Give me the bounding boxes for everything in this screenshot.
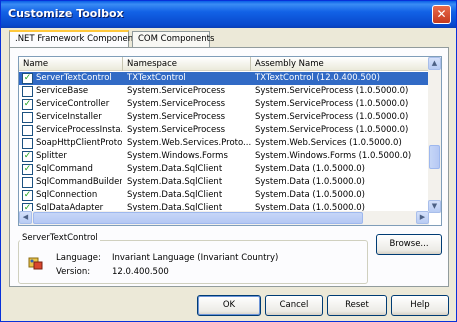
cell-namespace: System.ServiceProcess xyxy=(127,125,226,135)
cell-namespace: System.ServiceProcess xyxy=(127,86,226,96)
list-item[interactable]: ✓ ServiceController System.ServiceProcess S… xyxy=(19,98,429,111)
list-item[interactable]: ✓ SqlCommand System.Data.SqlClient System.D… xyxy=(19,163,429,176)
cell-assembly: System.Web.Services (1.0.5000.0) xyxy=(255,138,402,148)
cell-name: ServerTextControl xyxy=(36,73,112,83)
cell-name: SoapHttpClientProto... xyxy=(36,138,122,148)
scroll-left-button[interactable]: ◀ xyxy=(19,211,32,224)
cell-name: SqlCommand xyxy=(36,164,93,174)
list-item[interactable]: ServiceBase System.ServiceProcess System.S… xyxy=(19,85,429,98)
reset-button[interactable]: Reset xyxy=(327,295,387,316)
cell-name: ServiceController xyxy=(36,99,110,109)
cell-namespace: System.Data.SqlClient xyxy=(127,164,223,174)
language-value: Invariant Language (Invariant Country) xyxy=(112,253,279,263)
cell-assembly: System.ServiceProcess (1.0.5000.0) xyxy=(255,112,409,122)
cell-assembly: System.ServiceProcess (1.0.5000.0) xyxy=(255,99,409,109)
cell-name: ServiceInstaller xyxy=(36,112,102,122)
cell-assembly: TXTextControl (12.0.400.500) xyxy=(255,73,380,83)
component-checkbox[interactable]: ✓ xyxy=(22,151,33,162)
cancel-button[interactable]: Cancel xyxy=(265,295,323,316)
scroll-up-button[interactable]: ▲ xyxy=(428,57,441,70)
list-item[interactable]: ✓ SqlConnection System.Data.SqlClient Syste… xyxy=(19,189,429,202)
cell-namespace: System.ServiceProcess xyxy=(127,112,226,122)
scroll-right-button[interactable]: ▶ xyxy=(416,211,429,224)
version-value: 12.0.400.500 xyxy=(112,267,169,277)
component-checkbox[interactable]: ✓ xyxy=(22,73,33,84)
close-button[interactable]: ✕ xyxy=(432,5,451,24)
horizontal-scrollbar[interactable]: ◀ ▶ xyxy=(19,211,429,225)
cell-namespace: System.Data.SqlClient xyxy=(127,177,223,187)
ok-button[interactable]: OK xyxy=(197,295,261,316)
cell-namespace: TXTextControl xyxy=(127,73,186,83)
column-header-assembly-name[interactable]: Assembly Name xyxy=(251,57,429,71)
window-title: Customize Toolbox xyxy=(8,7,124,20)
cell-name: SqlConnection xyxy=(36,190,98,200)
component-icon xyxy=(28,257,43,270)
vertical-scroll-thumb[interactable] xyxy=(429,145,440,169)
tab-label: .NET Framework Components xyxy=(15,34,141,44)
close-icon: ✕ xyxy=(436,7,447,21)
version-label: Version: xyxy=(56,267,91,277)
horizontal-scroll-thumb[interactable] xyxy=(33,212,363,224)
customize-toolbox-dialog: Customize Toolbox ✕ .NET Framework Compo… xyxy=(0,0,457,322)
cell-assembly: System.ServiceProcess (1.0.5000.0) xyxy=(255,86,409,96)
language-label: Language: xyxy=(56,253,101,263)
tab-net-framework-components[interactable]: .NET Framework Components xyxy=(9,30,141,48)
list-item[interactable]: SoapHttpClientProto... System.Web.Service… xyxy=(19,137,429,150)
details-group-title: ServerTextControl xyxy=(20,233,100,243)
cell-assembly: System.Data (1.0.5000.0) xyxy=(255,177,365,187)
component-checkbox[interactable]: ✓ xyxy=(22,99,33,110)
cell-assembly: System.Data (1.0.5000.0) xyxy=(255,164,365,174)
cell-assembly: System.Data (1.0.5000.0) xyxy=(255,190,365,200)
column-header-namespace[interactable]: Namespace xyxy=(123,57,251,71)
component-checkbox[interactable]: ✓ xyxy=(22,164,33,175)
tab-panel: Name Namespace Assembly Name ✓ ServerText… xyxy=(9,47,449,287)
cell-namespace: System.ServiceProcess xyxy=(127,99,226,109)
list-header: Name Namespace Assembly Name xyxy=(19,57,429,71)
component-checkbox[interactable]: ✓ xyxy=(22,190,33,201)
list-item[interactable]: ServiceInstaller System.ServiceProcess Sys… xyxy=(19,111,429,124)
list-item[interactable]: ServiceProcessInsta... System.ServiceProc… xyxy=(19,124,429,137)
cell-name: ServiceProcessInsta... xyxy=(36,125,122,135)
tab-label: COM Components xyxy=(138,34,215,44)
component-checkbox[interactable] xyxy=(22,86,33,97)
cell-namespace: System.Windows.Forms xyxy=(127,151,228,161)
scroll-down-button[interactable]: ▼ xyxy=(428,200,441,213)
component-checkbox[interactable] xyxy=(22,138,33,149)
cell-name: Splitter xyxy=(36,151,67,161)
component-checkbox[interactable] xyxy=(22,177,33,188)
column-header-name[interactable]: Name xyxy=(19,57,123,71)
title-bar[interactable]: Customize Toolbox ✕ xyxy=(1,1,456,28)
cell-namespace: System.Data.SqlClient xyxy=(127,190,223,200)
vertical-scrollbar[interactable]: ▲ ▼ xyxy=(428,57,441,213)
browse-button[interactable]: Browse... xyxy=(376,234,442,255)
component-checkbox[interactable] xyxy=(22,125,33,136)
list-item[interactable]: ✓ ServerTextControl TXTextControl TXTextCon… xyxy=(19,72,429,85)
cell-assembly: System.Windows.Forms (1.0.5000.0) xyxy=(255,151,412,161)
component-checkbox[interactable] xyxy=(22,112,33,123)
list-item[interactable]: ✓ Splitter System.Windows.Forms System.Wind… xyxy=(19,150,429,163)
cell-assembly: System.ServiceProcess (1.0.5000.0) xyxy=(255,125,409,135)
tab-com-components[interactable]: COM Components xyxy=(132,31,214,48)
cell-name: SqlCommandBuilder xyxy=(36,177,122,187)
list-item[interactable]: SqlCommandBuilder System.Data.SqlClient Sy… xyxy=(19,176,429,189)
components-list[interactable]: Name Namespace Assembly Name ✓ ServerText… xyxy=(18,56,442,226)
help-button[interactable]: Help xyxy=(391,295,449,316)
cell-namespace: System.Web.Services.Proto... xyxy=(127,138,251,148)
cell-name: ServiceBase xyxy=(36,86,89,96)
